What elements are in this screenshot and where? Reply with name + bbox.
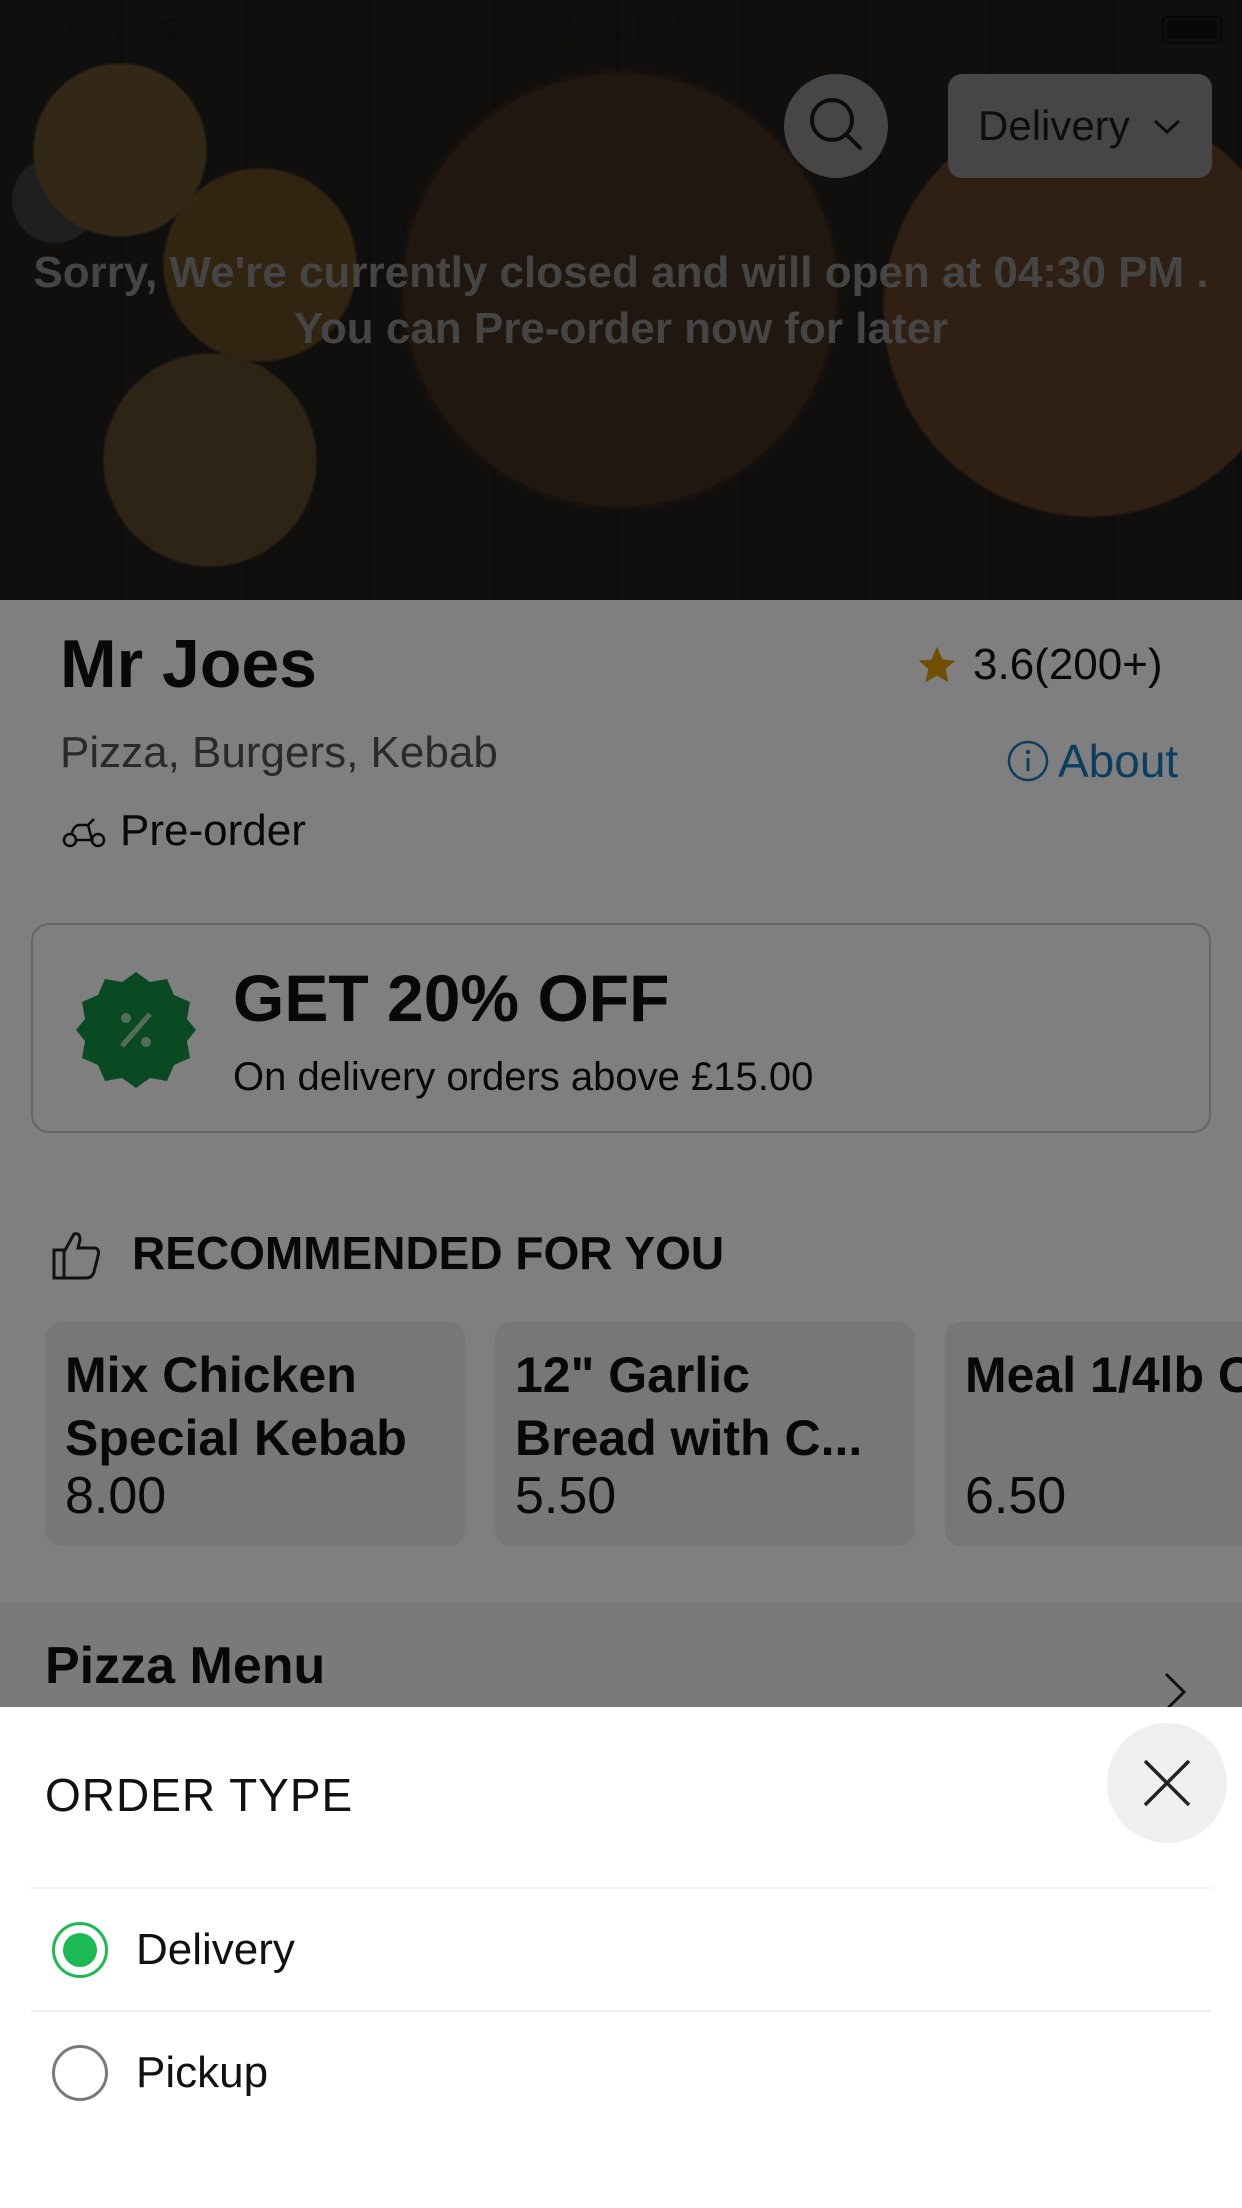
radio-selected[interactable]: [52, 1922, 108, 1978]
divider: [31, 1887, 1211, 1889]
modal-backdrop[interactable]: [0, 0, 1242, 1708]
radio-unselected[interactable]: [52, 2045, 108, 2101]
order-option-pickup[interactable]: Pickup: [52, 2045, 268, 2101]
divider: [31, 2010, 1211, 2012]
close-icon: [1143, 1759, 1191, 1807]
option-label: Pickup: [136, 2048, 269, 2097]
close-button[interactable]: [1107, 1723, 1227, 1843]
sheet-title: ORDER TYPE: [45, 1769, 354, 1821]
order-option-delivery[interactable]: Delivery: [52, 1922, 295, 1978]
option-label: Delivery: [136, 1925, 295, 1974]
